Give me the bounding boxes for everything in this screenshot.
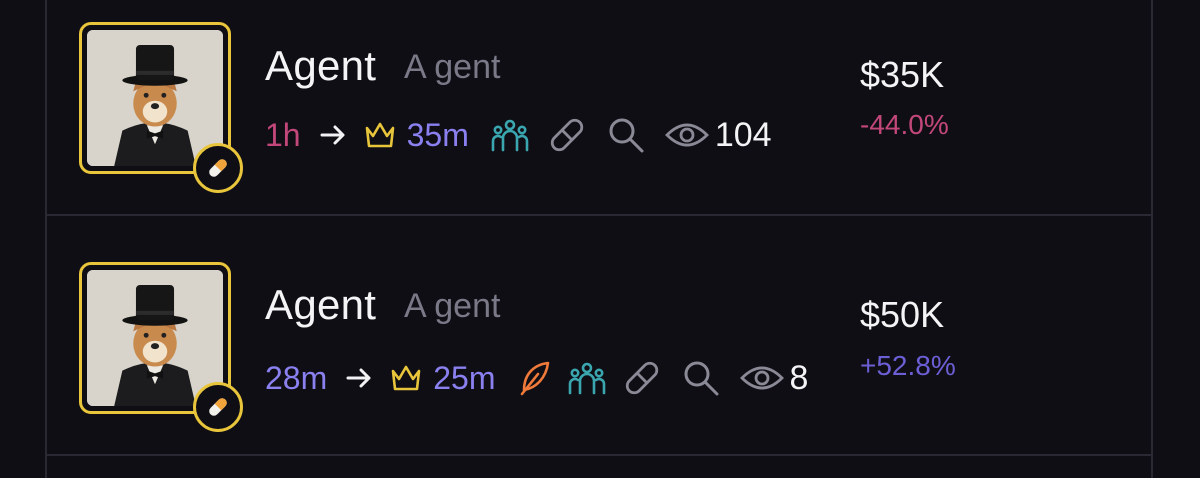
token-age: 1h — [265, 117, 301, 153]
token-row[interactable]: Agent A gent 1h 35m 104 $35K -44.0% — [0, 0, 1200, 236]
token-meta: 28m 25m 8 — [265, 358, 808, 398]
eye-icon — [664, 119, 709, 151]
pill-badge[interactable] — [193, 143, 243, 193]
price-change: -44.0% — [860, 109, 949, 140]
crown-time: 25m — [433, 360, 496, 396]
crown-icon — [363, 120, 397, 150]
pill-icon — [209, 159, 227, 177]
arrow-right-icon — [319, 123, 347, 147]
market-cap: $35K — [860, 54, 945, 95]
feather-icon[interactable] — [518, 360, 552, 396]
crown-icon — [389, 363, 423, 393]
view-count: 8 — [789, 359, 809, 397]
crown-time: 35m — [406, 117, 469, 153]
community-icon[interactable] — [491, 118, 529, 152]
market-cap: $50K — [860, 294, 945, 335]
token-age: 28m — [265, 360, 328, 396]
avatar-image — [87, 30, 223, 166]
arrow-right-icon — [345, 366, 373, 390]
token-ticker: A gent — [404, 48, 501, 86]
pill-icon — [209, 398, 227, 416]
token-name[interactable]: Agent — [265, 280, 376, 330]
community-icon[interactable] — [568, 361, 606, 395]
token-row[interactable]: Agent A gent 28m 25m 8 $50K +52.8% — [0, 240, 1200, 476]
search-icon[interactable] — [682, 359, 720, 397]
token-meta-clip: 28m 25m 8 — [265, 356, 837, 400]
eye-icon — [739, 362, 784, 394]
token-name[interactable]: Agent — [265, 41, 376, 91]
token-ticker: A gent — [404, 287, 501, 325]
view-count: 104 — [714, 116, 772, 154]
link-icon[interactable] — [622, 358, 662, 398]
price-change: +52.8% — [860, 350, 956, 381]
pill-badge[interactable] — [193, 382, 243, 432]
link-icon[interactable] — [547, 115, 587, 155]
search-icon[interactable] — [607, 116, 645, 154]
token-meta: 1h 35m 104 — [265, 115, 772, 155]
